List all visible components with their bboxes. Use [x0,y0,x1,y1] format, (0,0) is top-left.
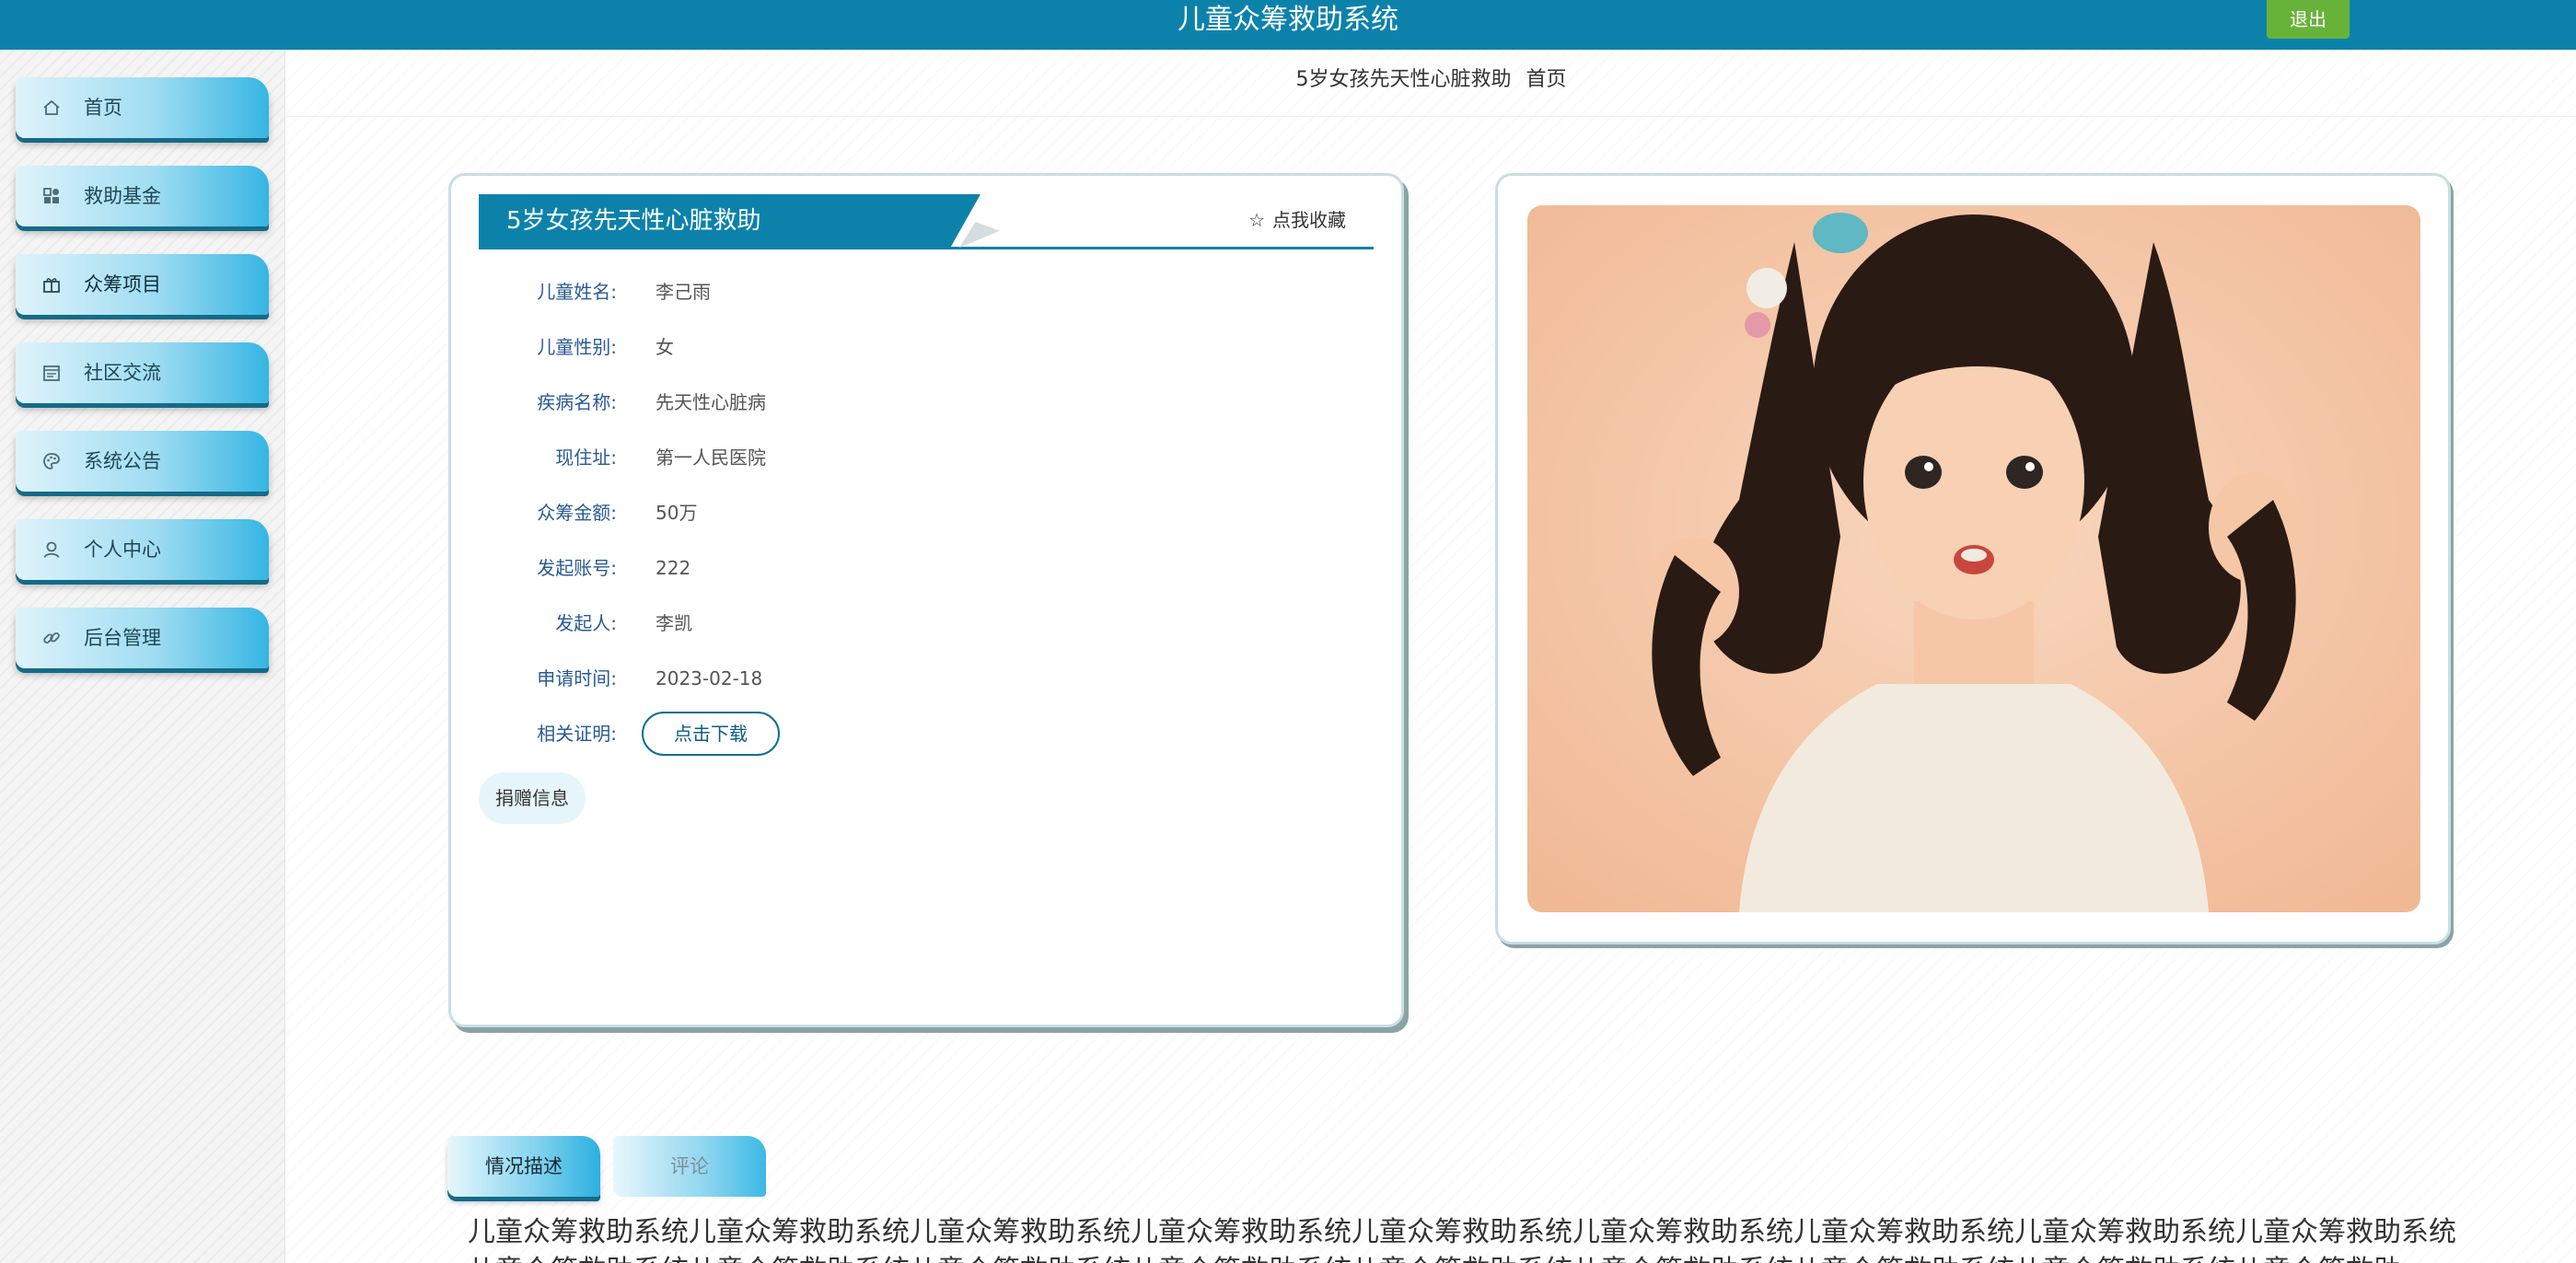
field-value: 222 [656,557,691,579]
download-button[interactable]: 点击下载 [642,712,780,756]
sidebar-item-label: 系统公告 [84,450,161,472]
star-icon: ☆ [1248,209,1265,231]
breadcrumb-home[interactable]: 首页 [1526,68,1566,91]
tab-comments[interactable]: 评论 [613,1136,766,1197]
child-photo [1527,205,2420,912]
field-value: 先天性心脏病 [656,391,766,413]
field-value: 李凯 [656,612,692,634]
field-label: 疾病名称: [537,391,617,413]
field-row: 申请时间: 2023-02-18 [451,660,1372,697]
title-band-tail [959,222,1000,248]
field-row: 发起账号: 222 [451,550,1372,586]
top-header: 儿童众筹救助系统 退出 [0,0,2576,50]
sidebar-item-label: 个人中心 [84,539,161,561]
field-value: 李己雨 [656,281,711,303]
sidebar-item-label: 众筹项目 [84,273,161,295]
project-image-card [1495,173,2451,944]
gift-icon [41,274,62,295]
logout-button[interactable]: 退出 [2267,0,2350,39]
field-label: 众筹金额: [537,502,617,524]
field-label: 发起账号: [537,557,617,579]
field-row: 相关证明: 点击下载 [451,712,1372,756]
field-row: 儿童性别: 女 [451,329,1372,365]
field-label: 发起人: [555,612,617,634]
field-label: 申请时间: [537,667,617,689]
sidebar-item-profile[interactable]: 个人中心 [16,519,269,580]
link-icon [41,628,62,648]
sidebar-item-label: 救助基金 [84,185,161,207]
sidebar-item-label: 首页 [84,97,122,119]
field-label: 现住址: [555,446,617,469]
project-title: 5岁女孩先天性心脏救助 [506,207,761,235]
field-row: 发起人: 李凯 [451,605,1372,642]
sidebar-item-label: 后台管理 [84,627,161,649]
app-title: 儿童众筹救助系统 [1178,4,1398,36]
field-label: 儿童性别: [537,336,617,358]
field-value: 女 [656,336,674,358]
field-label: 儿童姓名: [537,281,617,303]
grid-icon [41,186,62,206]
favorite-label: 点我收藏 [1272,209,1346,231]
project-info-card: 5岁女孩先天性心脏救助 ☆ 点我收藏 儿童姓名: 李己雨 儿童性别: 女 疾病名称… [448,173,1404,1027]
tab-description[interactable]: 情况描述 [447,1136,600,1197]
description-text: 儿童众筹救助系统儿童众筹救助系统儿童众筹救助系统儿童众筹救助系统儿童众筹救助系统… [468,1216,2456,1263]
sidebar: 首页 救助基金 众筹项目 社区交流 系统公告 个人中心 后台管理 [0,50,285,1263]
sidebar-item-community[interactable]: 社区交流 [16,342,269,403]
sidebar-item-admin[interactable]: 后台管理 [16,608,269,668]
sidebar-item-fund[interactable]: 救助基金 [16,166,269,226]
sidebar-item-label: 社区交流 [84,362,161,384]
home-icon [41,98,62,118]
breadcrumb: 5岁女孩先天性心脏救助 首页 [286,63,2576,92]
breadcrumb-current: 5岁女孩先天性心脏救助 [1295,68,1512,91]
sidebar-item-home[interactable]: 首页 [16,77,269,138]
field-value: 2023-02-18 [656,667,763,689]
calendar-icon [41,363,62,383]
donation-info-button[interactable]: 捐赠信息 [479,772,586,824]
field-label: 相关证明: [537,723,617,745]
sidebar-item-crowdfunding[interactable]: 众筹项目 [16,254,269,315]
field-row: 儿童姓名: 李己雨 [451,273,1372,310]
field-value: 50万 [656,502,698,524]
field-row: 现住址: 第一人民医院 [451,439,1372,476]
field-row: 疾病名称: 先天性心脏病 [451,384,1372,421]
palette-icon [41,451,62,471]
field-value: 第一人民医院 [656,446,766,469]
user-icon [41,539,62,560]
sidebar-item-announcements[interactable]: 系统公告 [16,431,269,492]
divider [286,116,2576,117]
project-header: 5岁女孩先天性心脏救助 ☆ 点我收藏 [479,194,1374,249]
field-row: 众筹金额: 50万 [451,494,1372,531]
favorite-button[interactable]: ☆ 点我收藏 [1248,205,1346,232]
